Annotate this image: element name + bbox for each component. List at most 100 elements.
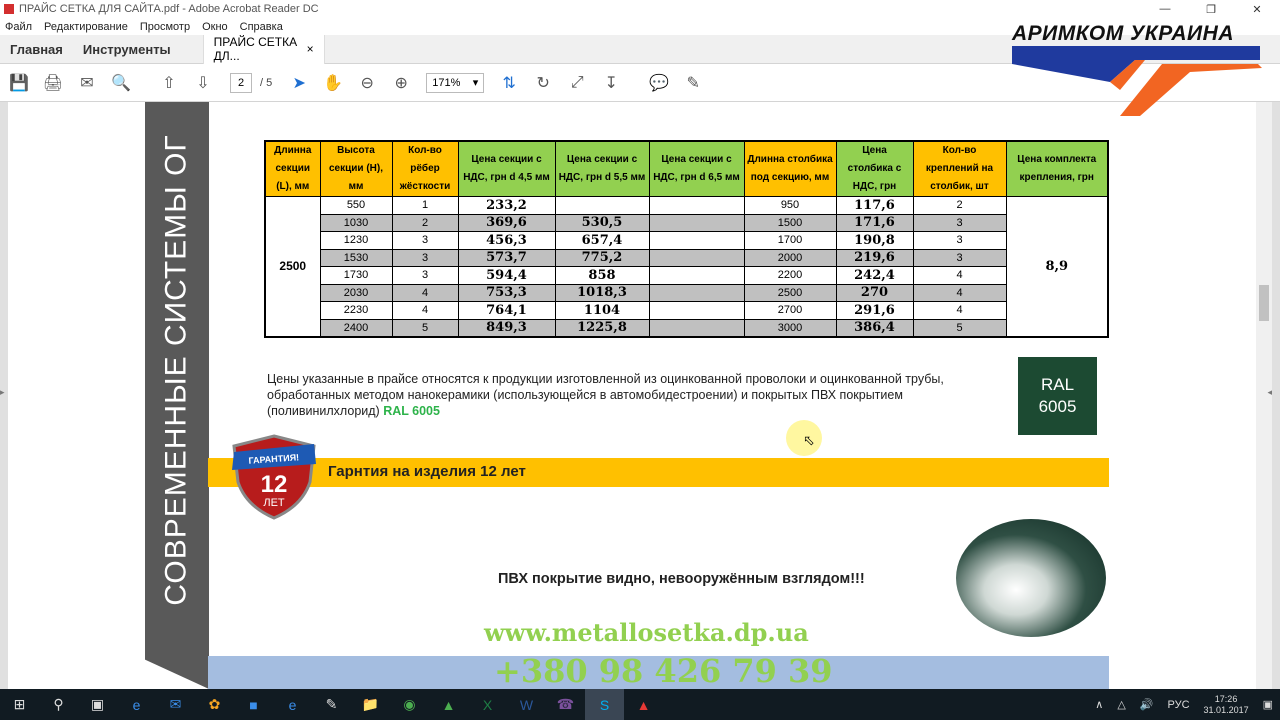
menu-window[interactable]: Окно xyxy=(202,21,228,33)
table-cell-h: 1030 xyxy=(319,213,393,232)
chevron-down-icon: ▾ xyxy=(472,77,479,89)
pipe-photo xyxy=(956,519,1106,637)
table-cell-kit-price: 8,9 xyxy=(1005,196,1109,337)
table-cell-p45: 233,2 xyxy=(457,196,556,215)
fit-page-icon[interactable]: ⇅ xyxy=(492,68,526,98)
table-cell-ribs: 5 xyxy=(391,318,459,337)
tab-tools[interactable]: Инструменты xyxy=(73,42,181,57)
taskbar-search-icon[interactable]: ⚲ xyxy=(39,689,78,720)
table-cell-mounts: 4 xyxy=(912,301,1007,320)
menu-file[interactable]: Файл xyxy=(5,21,32,33)
tab-document[interactable]: ПРАЙС СЕТКА ДЛ... × xyxy=(202,34,325,64)
table-cell-p45: 594,4 xyxy=(457,266,556,285)
zoom-select[interactable]: 171% ▾ xyxy=(426,72,485,93)
outlook-icon[interactable]: ✉ xyxy=(156,689,195,720)
task-view-icon[interactable]: ▣ xyxy=(78,689,117,720)
table-cell-ribs: 3 xyxy=(391,231,459,250)
header-price-45: Цена секции с НДС, грн d 4,5 мм xyxy=(457,140,556,197)
table-cell-post_price: 270 xyxy=(835,283,914,302)
hand-tool-icon[interactable]: ✋ xyxy=(316,68,350,98)
search-icon[interactable]: 🔍 xyxy=(104,68,138,98)
table-cell-p55: 775,2 xyxy=(554,248,650,267)
document-viewer[interactable]: СОВРЕМЕННЫЕ СИСТЕМЫ ОГ Длинна секции (L)… xyxy=(0,102,1280,689)
table-cell-p45: 753,3 xyxy=(457,283,556,302)
tab-close-icon[interactable]: × xyxy=(307,42,314,56)
table-cell-mounts: 3 xyxy=(912,231,1007,250)
paw-app-icon[interactable]: ✿ xyxy=(195,689,234,720)
table-cell-p45: 764,1 xyxy=(457,301,556,320)
header-post-price: Цена столбика с НДС, грн xyxy=(835,140,914,197)
table-cell-post: 1500 xyxy=(743,213,837,232)
table-row: 1230 3 456,3 657,4 1700 190,8 3 xyxy=(265,231,1108,250)
minimize-button[interactable]: — xyxy=(1142,0,1188,18)
scroll-mode-icon[interactable]: ↧ xyxy=(594,68,628,98)
save-icon[interactable]: 💾 xyxy=(2,68,36,98)
note-ral: RAL 6005 xyxy=(383,404,440,418)
table-cell-p65 xyxy=(648,231,745,250)
page-down-icon[interactable]: ⇩ xyxy=(186,68,220,98)
tab-home[interactable]: Главная xyxy=(0,42,73,57)
table-cell-post_price: 190,8 xyxy=(835,231,914,250)
table-cell-ribs: 3 xyxy=(391,248,459,267)
start-icon[interactable]: ⊞ xyxy=(0,689,39,720)
volume-icon[interactable]: 🔊 xyxy=(1140,698,1154,711)
clock[interactable]: 17:26 31.01.2017 xyxy=(1197,694,1256,716)
language-indicator[interactable]: РУС xyxy=(1168,699,1190,711)
comment-icon[interactable]: 💬 xyxy=(642,68,676,98)
highlight-icon[interactable]: ✎ xyxy=(676,68,710,98)
ie-icon[interactable]: e xyxy=(273,689,312,720)
excel-icon[interactable]: X xyxy=(468,689,507,720)
left-panel-toggle-icon[interactable]: ▸ xyxy=(0,387,5,398)
svg-text:12: 12 xyxy=(261,471,288,498)
menu-help[interactable]: Справка xyxy=(240,21,283,33)
table-row: 1730 3 594,4 858 2200 242,4 4 xyxy=(265,266,1108,285)
fullscreen-icon[interactable]: ⤢ xyxy=(560,68,594,98)
acrobat-icon[interactable]: ▲ xyxy=(624,689,663,720)
zoom-in-icon[interactable]: ⊕ xyxy=(384,68,418,98)
network-icon[interactable]: △ xyxy=(1117,698,1125,711)
app-green-icon[interactable]: ▲ xyxy=(429,689,468,720)
table-cell-p65 xyxy=(648,266,745,285)
table-cell-h: 1530 xyxy=(319,248,393,267)
header-height: Высота секции (H), мм xyxy=(319,140,393,197)
maximize-button[interactable]: ❐ xyxy=(1188,0,1234,18)
scroll-thumb[interactable] xyxy=(1259,285,1269,321)
paint-icon[interactable]: ✎ xyxy=(312,689,351,720)
close-window-button[interactable]: ✕ xyxy=(1234,0,1280,18)
print-icon[interactable]: 🖨 xyxy=(36,68,70,98)
table-cell-post_price: 219,6 xyxy=(835,248,914,267)
table-cell-p45: 456,3 xyxy=(457,231,556,250)
right-panel-toggle-icon[interactable]: ◂ xyxy=(1267,387,1272,398)
header-length: Длинна секции (L), мм xyxy=(264,140,321,197)
notification-icon[interactable]: ▣ xyxy=(1263,698,1273,711)
zoom-out-icon[interactable]: ⊖ xyxy=(350,68,384,98)
price-table: Длинна секции (L), мм Высота секции (H),… xyxy=(264,140,1109,338)
table-cell-mounts: 3 xyxy=(912,213,1007,232)
word-icon[interactable]: W xyxy=(507,689,546,720)
guarantee-shield-icon: ГАРАНТИЯ! 12 ЛЕТ xyxy=(232,434,316,520)
table-cell-mounts: 3 xyxy=(912,248,1007,267)
select-tool-icon[interactable]: ➤ xyxy=(282,68,316,98)
explorer-icon[interactable]: 📁 xyxy=(351,689,390,720)
header-ribs: Кол-во рёбер жёсткости xyxy=(391,140,459,197)
ral-color-swatch: RAL 6005 xyxy=(1018,357,1097,435)
page-number-input[interactable]: 2 xyxy=(230,72,252,93)
skype-icon[interactable]: S xyxy=(585,689,624,720)
window-title: ПРАЙС СЕТКА ДЛЯ САЙТА.pdf - Adobe Acroba… xyxy=(19,3,319,15)
table-cell-p55: 1225,8 xyxy=(554,318,650,337)
edge-icon[interactable]: e xyxy=(117,689,156,720)
chrome-icon[interactable]: ◉ xyxy=(390,689,429,720)
viber-icon[interactable]: ☎ xyxy=(546,689,585,720)
website-url[interactable]: www.metallosetka.dp.ua xyxy=(484,618,809,647)
table-cell-p55: 858 xyxy=(554,266,650,285)
tray-chevron-icon[interactable]: ∧ xyxy=(1095,698,1103,711)
table-cell-p45: 369,6 xyxy=(457,213,556,232)
rotate-icon[interactable]: ↻ xyxy=(526,68,560,98)
title-bar: ПРАЙС СЕТКА ДЛЯ САЙТА.pdf - Adobe Acroba… xyxy=(0,0,1280,18)
menu-edit[interactable]: Редактирование xyxy=(44,21,128,33)
table-cell-post_price: 386,4 xyxy=(835,318,914,337)
email-icon[interactable]: ✉ xyxy=(70,68,104,98)
page-up-icon[interactable]: ⇧ xyxy=(152,68,186,98)
media-app-icon[interactable]: ■ xyxy=(234,689,273,720)
menu-view[interactable]: Просмотр xyxy=(140,21,190,33)
